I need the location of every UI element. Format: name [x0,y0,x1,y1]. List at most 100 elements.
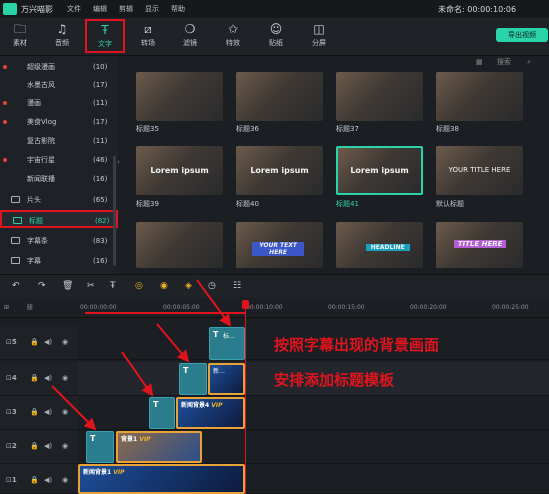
annotation-text: 安排添加标题模板 [274,371,395,389]
settings-icon[interactable]: ☷ [233,281,241,291]
collapse-arrow-icon[interactable]: ‹ [117,158,120,166]
playhead[interactable] [245,300,246,494]
track-header: ⊡3 🔒 ◀) ◉ [0,396,78,429]
timer-icon[interactable]: ◷ [208,281,216,291]
timeline-ruler[interactable]: ⊞ ⛓ 00:00:00:00 00:00:05:00 00:00:10:00 … [0,298,549,318]
clip-label: 新… [213,368,226,375]
template-card-selected[interactable]: Lorem ipsum [336,146,423,195]
card-caption: Lorem ipsum [350,166,409,175]
template-card[interactable] [236,72,323,121]
search-icon[interactable]: ⌕ [527,58,531,66]
sidebar-item-label: 字幕 [27,257,41,265]
card-caption: TITLE HERE [454,240,507,248]
template-card[interactable]: YOUR TEXT HERE [236,222,323,268]
redo-icon[interactable]: ↷ [38,281,46,291]
visibility-icon[interactable]: ◉ [62,374,68,382]
sidebar-item[interactable]: 字幕 (16) [0,252,118,270]
sidebar-item[interactable]: 新闻联播 (16) [0,170,118,188]
folder-icon [13,217,22,224]
sidebar-item[interactable]: 片头 (65) [0,191,118,209]
text-tool-icon[interactable]: Ŧ [110,281,116,291]
sidebar-item[interactable]: 超级漫画 (10) [0,58,118,76]
cut-icon[interactable]: ✂ [87,281,95,291]
lock-icon[interactable]: 🔒 [30,476,39,484]
template-card[interactable]: TITLE HERE [436,222,523,268]
image-clip[interactable]: 新闻背景1 VIP [78,464,245,494]
image-clip[interactable]: 背景1 VIP [116,431,202,463]
text-clip[interactable]: T 标… [209,327,245,360]
volume-icon[interactable]: ◀) [44,408,52,416]
visibility-icon[interactable]: ◉ [62,338,68,346]
tool-audio[interactable]: ♫ 音频 [42,20,82,54]
tool-effects[interactable]: ✩ 特效 [213,20,253,54]
ruler-tick: 00:00:10:00 [246,304,283,311]
sidebar-item-selected[interactable]: 标题 (82) [0,210,118,228]
sidebar-scrollbar[interactable] [113,156,116,266]
card-label: 默认标题 [436,200,464,208]
text-clip[interactable]: T [86,431,114,463]
grid-top-bar: ▦ 搜索 ⌕ [476,57,531,67]
template-card[interactable]: Lorem ipsum [136,146,223,195]
template-card[interactable] [136,72,223,121]
lock-icon[interactable]: 🔒 [30,338,39,346]
track-header: ⊡1 🔒 ◀) ◉ [0,464,78,493]
volume-icon[interactable]: ◀) [44,476,52,484]
text-clip[interactable]: T [179,363,207,395]
grid-view-icon[interactable]: ▦ [476,58,483,66]
tool-label: 文字 [98,40,112,48]
menu-help[interactable]: 帮助 [171,4,185,14]
image-clip[interactable]: 新闻背景4 VIP [176,397,245,429]
sidebar-item[interactable]: 复古影院 (11) [0,132,118,150]
tool-filter[interactable]: ❍ 滤镜 [170,20,210,54]
sidebar-item[interactable]: 漫画 (11) [0,94,118,112]
undo-icon[interactable]: ↶ [12,281,20,291]
tool-media[interactable]: 🗀 素材 [0,20,40,54]
menu-file[interactable]: 文件 [67,4,81,14]
text-clip[interactable]: T [149,397,175,429]
lock-icon[interactable]: 🔒 [30,374,39,382]
sidebar-item[interactable]: 宇宙行星 (46) [0,151,118,169]
menu-view[interactable]: 显示 [145,4,159,14]
sidebar-item-label: 片头 [27,196,41,204]
tool-transition[interactable]: ⧄ 转场 [128,20,168,54]
link-icon[interactable]: ⛓ [26,304,34,311]
lock-icon[interactable]: 🔒 [30,408,39,416]
sidebar-item[interactable]: 美食Vlog (17) [0,113,118,131]
template-card[interactable] [136,222,223,268]
text-clip-icon: T [213,330,219,339]
volume-icon[interactable]: ◀) [44,338,52,346]
tool-sticker[interactable]: ☺ 贴纸 [256,20,296,54]
search-label[interactable]: 搜索 [497,58,511,66]
track-number: ⊡4 [6,374,17,382]
sidebar-item[interactable]: 水墨古风 (17) [0,76,118,94]
template-card[interactable]: Lorem ipsum [236,146,323,195]
menu-clip[interactable]: 剪辑 [119,4,133,14]
sidebar-item[interactable]: 字幕条 (83) [0,232,118,250]
lock-icon[interactable]: 🔒 [30,442,39,450]
template-card[interactable] [336,72,423,121]
keyframe-icon[interactable]: ◈ [185,281,192,291]
delete-icon[interactable]: 🗑 [62,281,73,291]
export-button[interactable]: 导出视频 [496,28,548,42]
track-number: ⊡3 [6,408,17,416]
template-card[interactable]: YOUR TITLE HERE [436,146,523,195]
sidebar-item-label: 新闻联播 [27,175,55,183]
visibility-icon[interactable]: ◉ [62,442,68,450]
freeze-icon[interactable]: ◉ [160,281,168,291]
folder-icon [11,196,20,203]
sidebar-item-label: 超级漫画 [27,63,55,71]
speed-icon[interactable]: ◎ [135,281,143,291]
playhead-handle[interactable] [242,300,249,309]
volume-icon[interactable]: ◀) [44,374,52,382]
image-clip[interactable]: 新… [208,363,245,395]
menu-edit[interactable]: 编辑 [93,4,107,14]
template-card[interactable]: HEADLINE [336,222,423,268]
template-card[interactable] [436,72,523,121]
tool-split-screen[interactable]: ◫ 分屏 [299,20,339,54]
visibility-icon[interactable]: ◉ [62,408,68,416]
app-logo [3,3,17,15]
visibility-icon[interactable]: ◉ [62,476,68,484]
tool-text[interactable]: Ŧ 文字 [85,19,125,53]
add-track-icon[interactable]: ⊞ [4,304,9,311]
volume-icon[interactable]: ◀) [44,442,52,450]
